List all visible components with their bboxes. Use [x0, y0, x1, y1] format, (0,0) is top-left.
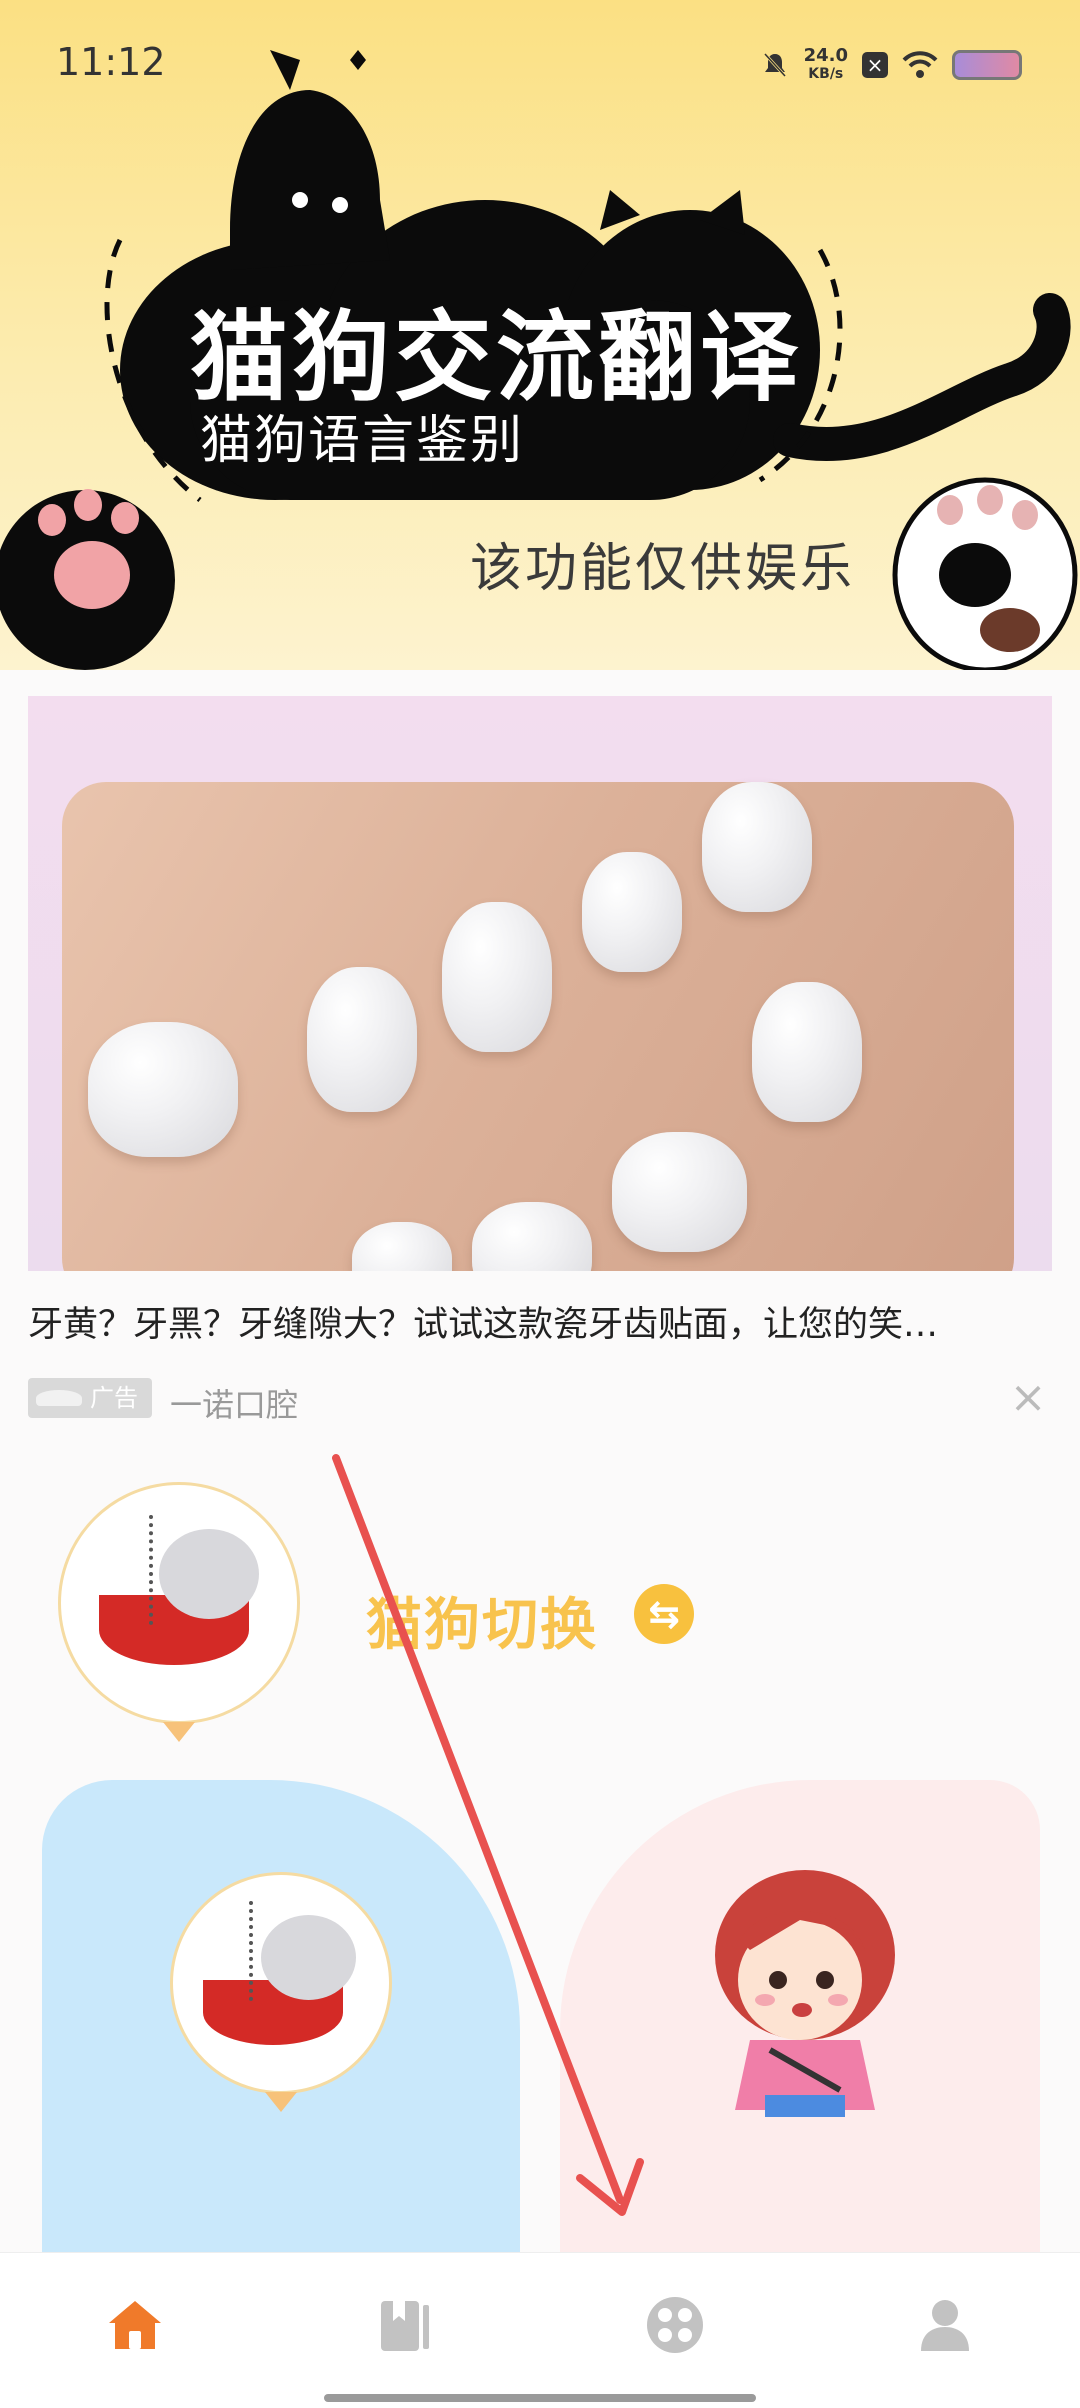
ad-image[interactable]	[28, 696, 1052, 1271]
veneer-shape	[612, 1132, 747, 1252]
cat-panel[interactable]	[42, 1780, 520, 2260]
bottom-nav	[0, 2252, 1080, 2408]
current-pet-avatar[interactable]	[58, 1482, 300, 1724]
mute-bell-icon	[763, 52, 786, 78]
net-speed-unit: KB/s	[808, 66, 844, 82]
ad-headline[interactable]: 牙黄？牙黑？牙缝隙大？试试这款瓷牙齿贴面，让您的笑…	[28, 1296, 1052, 1347]
net-speed: 24.0 KB/s	[804, 46, 848, 84]
avatar-pointer	[163, 1722, 195, 1742]
cat-shape	[261, 1915, 356, 2000]
nav-profile[interactable]	[915, 2295, 975, 2355]
apps-icon	[647, 2297, 703, 2353]
banner-subtitle: 猫狗语言鉴别	[200, 411, 525, 471]
ad-card[interactable]: 牙黄？牙黑？牙缝隙大？试试这款瓷牙齿贴面，让您的笑… 广告 一诺口腔 ×	[28, 696, 1052, 1436]
close-box-icon: ×	[862, 52, 888, 78]
ad-tag-label: 广告	[90, 1384, 138, 1412]
veneer-shape	[352, 1222, 452, 1271]
battery-icon	[952, 50, 1022, 80]
app-screen: 猫狗交流翻译 猫狗语言鉴别 该功能仅供娱乐 11:12 24.0 KB/s ×	[0, 0, 1080, 2408]
home-icon	[109, 2301, 161, 2349]
nav-apps[interactable]	[645, 2295, 705, 2355]
veneer-shape	[702, 782, 812, 912]
profile-icon	[921, 2300, 969, 2351]
status-time: 11:12	[56, 40, 166, 84]
veneer-shape	[88, 1022, 238, 1157]
avatar-pointer	[265, 2092, 297, 2112]
human-panel[interactable]	[560, 1780, 1040, 2260]
nav-library[interactable]	[375, 2295, 435, 2355]
chain-shape	[149, 1515, 159, 1625]
ad-brand[interactable]: 一诺口腔	[170, 1380, 298, 1426]
nav-home[interactable]	[105, 2295, 165, 2355]
cat-shape	[159, 1529, 259, 1619]
swap-icon[interactable]: ⇆	[634, 1584, 694, 1644]
veneer-shape	[307, 967, 417, 1112]
book-icon	[381, 2301, 429, 2351]
net-speed-value: 24.0	[803, 45, 848, 66]
veneer-shape	[442, 902, 552, 1052]
status-bar: 11:12 24.0 KB/s ×	[0, 0, 1080, 120]
veneer-shape	[752, 982, 862, 1122]
close-icon[interactable]: ×	[1008, 1376, 1048, 1420]
cat-panel-avatar	[170, 1872, 392, 2094]
ad-tag: 广告	[28, 1378, 152, 1418]
veneer-shape	[582, 852, 682, 972]
status-icons: 24.0 KB/s ×	[760, 40, 1022, 90]
banner-note: 该功能仅供娱乐	[470, 539, 856, 599]
ad-photo	[62, 782, 1014, 1271]
chain-shape	[249, 1901, 259, 2001]
home-indicator[interactable]	[324, 2394, 756, 2402]
girl-avatar	[715, 1870, 895, 2117]
veneer-shape	[472, 1202, 592, 1271]
wifi-icon	[902, 51, 938, 78]
ad-network-logo	[36, 1390, 82, 1406]
switch-label[interactable]: 猫狗切换	[366, 1580, 598, 1661]
